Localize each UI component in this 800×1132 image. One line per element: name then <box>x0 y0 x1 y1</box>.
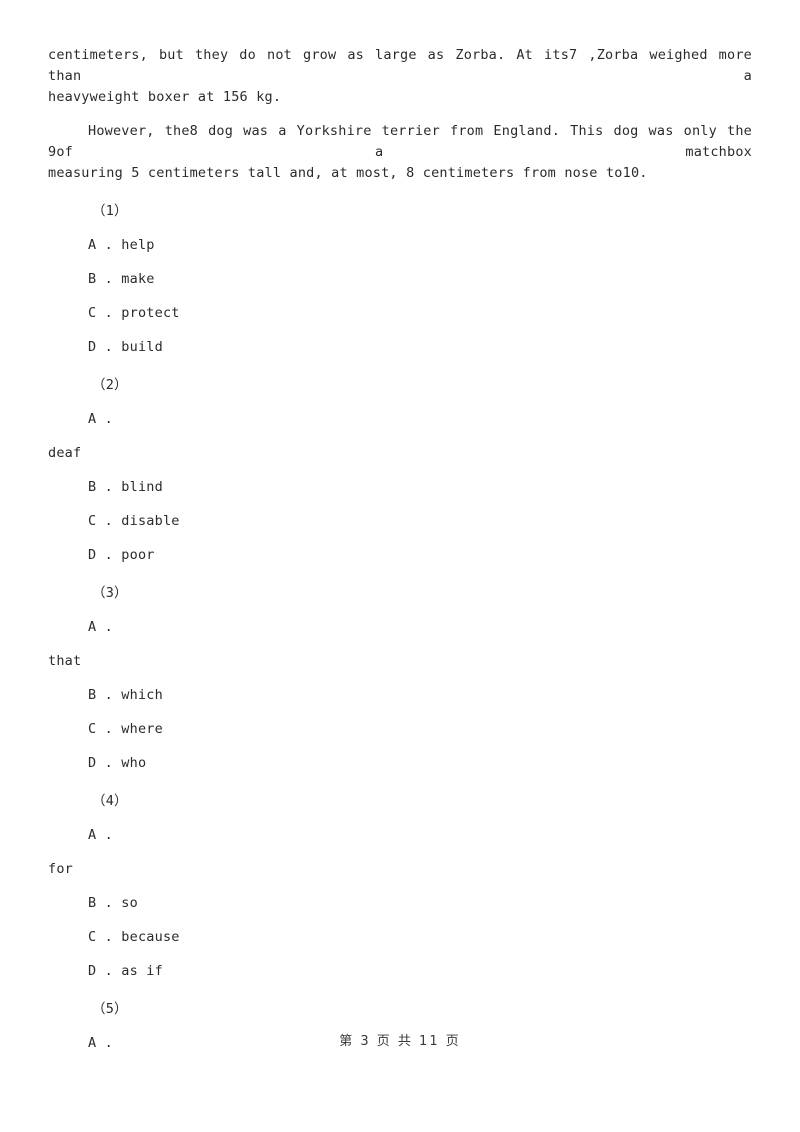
answer-option[interactable]: C . protect <box>48 303 752 324</box>
document-page: centimeters, but they do not grow as lar… <box>0 0 800 1132</box>
question-number: （4） <box>92 793 128 809</box>
answer-option[interactable]: B . which <box>48 685 752 706</box>
answer-option[interactable]: B . blind <box>48 477 752 498</box>
answer-option[interactable]: D . build <box>48 337 752 358</box>
question-group: （1） A . help B . make C . protect D . bu… <box>48 201 752 358</box>
body-paragraph: However, the8 dog was a Yorkshire terrie… <box>48 121 752 184</box>
answer-option[interactable]: A . <box>48 825 752 846</box>
body-paragraph: centimeters, but they do not grow as lar… <box>48 45 752 108</box>
paragraph-line: centimeters, but they do not grow as lar… <box>48 47 752 84</box>
question-group: （4） A . for B . so C . because D . as if <box>48 791 752 982</box>
answer-option-overflow-text: deaf <box>48 445 82 461</box>
answer-option-overflow-text: that <box>48 653 82 669</box>
answer-option[interactable]: D . poor <box>48 545 752 566</box>
answer-option[interactable]: C . where <box>48 719 752 740</box>
question-number: （5） <box>92 1001 128 1017</box>
question-group: （2） A . deaf B . blind C . disable D . p… <box>48 375 752 566</box>
question-number: （1） <box>92 203 128 219</box>
paragraph-line: However, the8 dog was a Yorkshire terrie… <box>48 123 752 160</box>
answer-option[interactable]: C . disable <box>48 511 752 532</box>
answer-option[interactable]: A . help <box>48 235 752 256</box>
answer-option[interactable]: D . as if <box>48 961 752 982</box>
answer-option[interactable]: B . so <box>48 893 752 914</box>
question-group: （3） A . that B . which C . where D . who <box>48 583 752 774</box>
paragraph-line: measuring 5 centimeters tall and, at mos… <box>48 165 648 181</box>
answer-option[interactable]: B . make <box>48 269 752 290</box>
answer-option-overflow-text: for <box>48 861 73 877</box>
question-number: （2） <box>92 377 128 393</box>
answer-option[interactable]: A . <box>48 617 752 638</box>
question-number: （3） <box>92 585 128 601</box>
answer-option[interactable]: D . who <box>48 753 752 774</box>
page-footer: 第 3 页 共 11 页 <box>339 1034 461 1049</box>
paragraph-line: heavyweight boxer at 156 kg. <box>48 89 282 105</box>
answer-option[interactable]: C . because <box>48 927 752 948</box>
answer-option[interactable]: A . <box>48 409 752 430</box>
